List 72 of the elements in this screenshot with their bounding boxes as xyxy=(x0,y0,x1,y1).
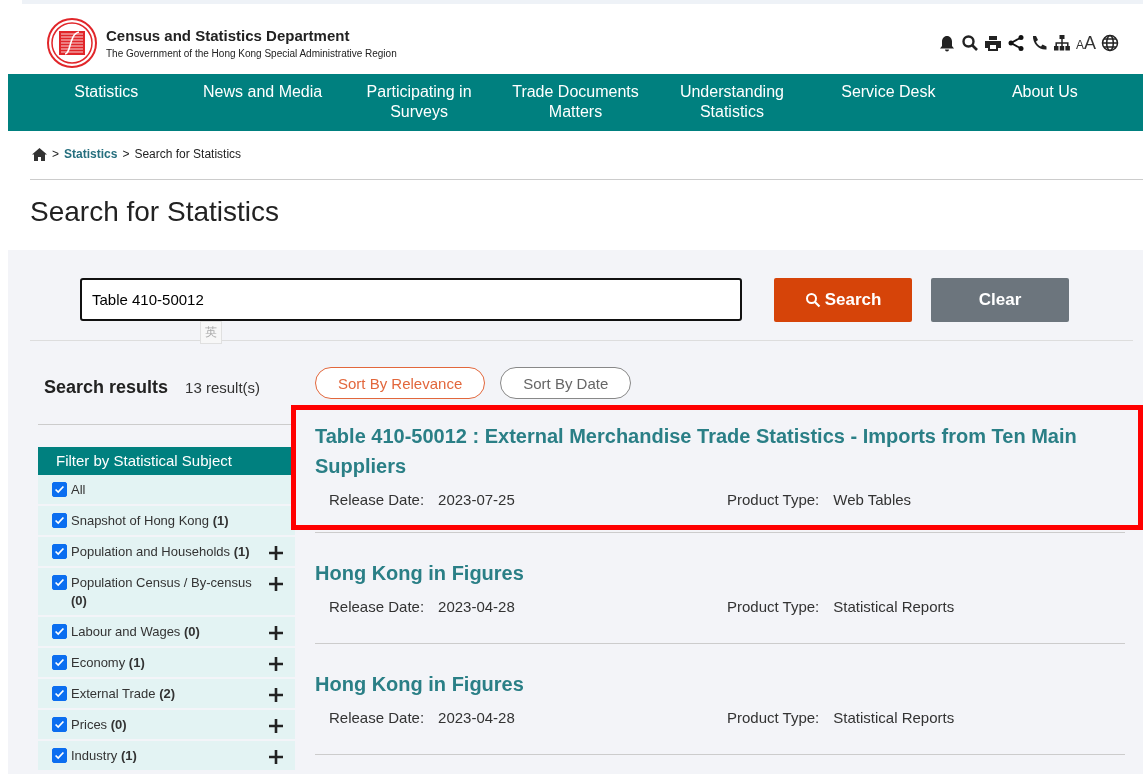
page-title: Search for Statistics xyxy=(30,196,280,229)
clear-button[interactable]: Clear xyxy=(931,278,1069,322)
filter-label[interactable]: All xyxy=(71,481,86,499)
plus-icon[interactable] xyxy=(269,750,283,764)
breadcrumb-current: Search for Statistics xyxy=(134,147,242,161)
product-type: Statistical Reports xyxy=(833,709,955,726)
nav-link[interactable]: News and Media xyxy=(184,82,341,102)
plus-icon[interactable] xyxy=(269,657,283,671)
government-name: The Government of the Hong Kong Special Administrative Region xyxy=(106,48,397,59)
nav-link[interactable]: Trade Documents Matters xyxy=(497,82,654,122)
share-icon[interactable] xyxy=(1006,34,1025,52)
plus-icon[interactable] xyxy=(269,546,283,560)
filter-label[interactable]: Industry (1) xyxy=(71,747,137,765)
results-count: 13 result(s) xyxy=(185,379,261,396)
search-field[interactable]: Table 410-50012 xyxy=(80,278,742,321)
checkbox[interactable] xyxy=(52,575,67,590)
sitemap-icon[interactable] xyxy=(1052,34,1071,52)
sort-button[interactable]: Sort By Relevance xyxy=(315,367,486,399)
checkbox[interactable] xyxy=(52,544,67,559)
filter-label[interactable]: Labour and Wages (0) xyxy=(71,623,200,641)
breadcrumb-link[interactable]: Statistics xyxy=(64,147,118,161)
sort-button[interactable]: Sort By Date xyxy=(500,367,632,399)
plus-icon[interactable] xyxy=(269,688,283,702)
filter-label[interactable]: Snapshot of Hong Kong (1) xyxy=(71,512,229,530)
bell-icon[interactable] xyxy=(937,34,956,52)
result-title[interactable]: Hong Kong in Figures xyxy=(315,669,1125,699)
font-size-control[interactable]: AA xyxy=(1075,32,1096,54)
plus-icon[interactable] xyxy=(269,577,283,591)
product-type-label: Product Type: xyxy=(727,491,820,508)
results-heading: Search results xyxy=(44,377,169,398)
filter-label[interactable]: Economy (1) xyxy=(71,654,145,672)
release-date: 2023-04-28 xyxy=(438,709,515,726)
filter-label[interactable]: External Trade (2) xyxy=(71,685,176,703)
search-icon[interactable] xyxy=(960,34,979,52)
product-type: Web Tables xyxy=(833,491,912,508)
breadcrumb-separator: > xyxy=(52,147,59,161)
nav-link[interactable]: Statistics xyxy=(28,82,185,102)
product-type-label: Product Type: xyxy=(727,709,820,726)
checkbox[interactable] xyxy=(52,686,67,701)
nav-link[interactable]: About Us xyxy=(966,82,1123,102)
release-date-label: Release Date: xyxy=(329,491,425,508)
nav-link[interactable]: Participating in Surveys xyxy=(340,82,498,122)
plus-icon[interactable] xyxy=(269,719,283,733)
checkbox[interactable] xyxy=(52,655,67,670)
breadcrumb-separator: > xyxy=(122,147,130,161)
ime-indicator: 英 xyxy=(200,321,222,344)
product-type-label: Product Type: xyxy=(727,598,820,615)
release-date: 2023-07-25 xyxy=(438,491,515,508)
home-icon[interactable] xyxy=(32,147,47,161)
search-icon xyxy=(804,292,821,308)
release-date: 2023-04-28 xyxy=(438,598,515,615)
result-title[interactable]: Hong Kong in Figures xyxy=(315,558,1125,588)
checkbox[interactable] xyxy=(52,748,67,763)
filter-label[interactable]: Prices (0) xyxy=(71,716,127,734)
plus-icon[interactable] xyxy=(269,626,283,640)
nav-link[interactable]: Understanding Statistics xyxy=(653,82,811,122)
globe-icon[interactable] xyxy=(1101,34,1119,52)
release-date-label: Release Date: xyxy=(329,598,425,615)
release-date-label: Release Date: xyxy=(329,709,425,726)
filter-label[interactable]: Population Census / By-census (0) xyxy=(71,574,269,610)
nav-link[interactable]: Service Desk xyxy=(810,82,967,102)
checkbox[interactable] xyxy=(52,513,67,528)
department-name: Census and Statistics Department xyxy=(106,27,351,44)
result-title[interactable]: Table 410-50012 : External Merchandise Trade Statistics - Imports from Ten Main Suppliers xyxy=(315,421,1125,481)
search-button[interactable]: Search xyxy=(774,278,912,322)
checkbox[interactable] xyxy=(52,624,67,639)
filter-label[interactable]: Population and Households (1) xyxy=(71,543,250,561)
product-type: Statistical Reports xyxy=(833,598,955,615)
logo-icon xyxy=(46,17,98,69)
checkbox[interactable] xyxy=(52,717,67,732)
checkbox[interactable] xyxy=(52,482,67,497)
printer-icon[interactable] xyxy=(983,34,1002,52)
